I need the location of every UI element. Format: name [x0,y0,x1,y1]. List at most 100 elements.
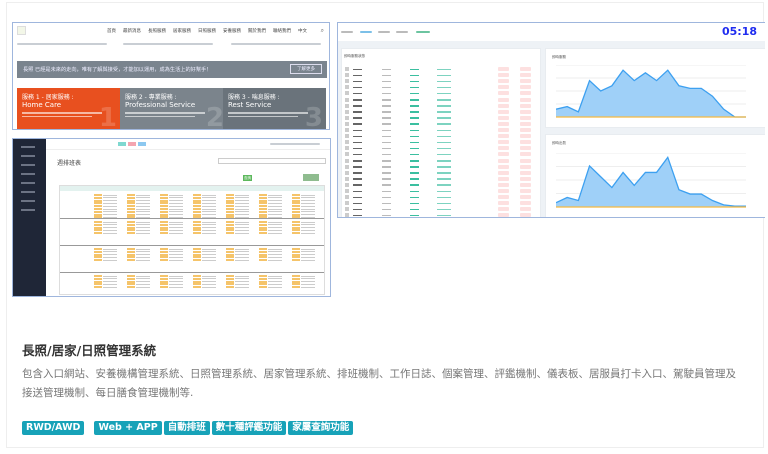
schedule-entry[interactable] [226,224,234,226]
schedule-entry[interactable] [292,194,300,196]
schedule-entry[interactable] [94,194,102,196]
schedule-entry[interactable] [226,229,234,231]
schedule-entry[interactable] [94,256,102,258]
schedule-entry[interactable] [94,202,102,204]
schedule-entry[interactable] [160,211,168,213]
schedule-entry[interactable] [94,214,102,216]
schedule-entry[interactable] [160,259,168,261]
schedule-entry[interactable] [193,259,201,261]
nav-item[interactable]: 安養服務 [223,28,241,34]
schedule-entry[interactable] [127,216,135,218]
schedule-entry[interactable] [292,256,300,258]
schedule-entry[interactable] [94,283,102,285]
schedule-entry[interactable] [160,227,168,229]
schedule-entry[interactable] [292,281,300,283]
schedule-entry[interactable] [160,229,168,231]
schedule-entry[interactable] [292,224,300,226]
schedule-entry[interactable] [193,251,201,253]
service-card[interactable]: 服務 1 - 居家服務 :Home Care1 [17,88,120,129]
nav-item[interactable]: 關於我們 [248,28,266,34]
schedule-entry[interactable] [160,214,168,216]
schedule-entry[interactable] [94,251,102,253]
schedule-entry[interactable] [226,205,234,207]
schedule-entry[interactable] [160,224,168,226]
schedule-entry[interactable] [259,275,267,277]
schedule-entry[interactable] [259,281,267,283]
schedule-entry[interactable] [127,197,135,199]
schedule-entry[interactable] [127,214,135,216]
schedule-entry[interactable] [226,216,234,218]
schedule-entry[interactable] [94,216,102,218]
schedule-entry[interactable] [127,224,135,226]
schedule-entry[interactable] [160,278,168,280]
schedule-entry[interactable] [292,254,300,256]
service-card[interactable]: 服務 2 - 專業服務 :Professional Service2 [120,88,227,129]
schedule-entry[interactable] [259,259,267,261]
schedule-entry[interactable] [94,232,102,234]
schedule-entry[interactable] [226,202,234,204]
schedule-entry[interactable] [160,281,168,283]
schedule-entry[interactable] [94,211,102,213]
schedule-entry[interactable] [226,221,234,223]
schedule-entry[interactable] [127,221,135,223]
schedule-entry[interactable] [226,208,234,210]
schedule-entry[interactable] [94,275,102,277]
schedule-entry[interactable] [94,197,102,199]
schedule-entry[interactable] [94,254,102,256]
schedule-entry[interactable] [226,254,234,256]
schedule-entry[interactable] [292,221,300,223]
schedule-entry[interactable] [193,208,201,210]
schedule-entry[interactable] [94,286,102,288]
schedule-entry[interactable] [127,211,135,213]
schedule-entry[interactable] [193,211,201,213]
schedule-entry[interactable] [127,256,135,258]
schedule-entry[interactable] [226,256,234,258]
schedule-entry[interactable] [259,216,267,218]
schedule-entry[interactable] [259,200,267,202]
schedule-entry[interactable] [94,221,102,223]
schedule-entry[interactable] [259,256,267,258]
schedule-entry[interactable] [259,208,267,210]
schedule-entry[interactable] [292,232,300,234]
schedule-entry[interactable] [94,278,102,280]
schedule-entry[interactable] [127,281,135,283]
schedule-entry[interactable] [127,251,135,253]
schedule-entry[interactable] [160,232,168,234]
schedule-entry[interactable] [226,248,234,250]
schedule-entry[interactable] [193,256,201,258]
schedule-entry[interactable] [226,259,234,261]
schedule-entry[interactable] [160,254,168,256]
schedule-entry[interactable] [127,254,135,256]
schedule-entry[interactable] [292,251,300,253]
schedule-entry[interactable] [226,283,234,285]
schedule-entry[interactable] [259,248,267,250]
nav-item[interactable]: 聯絡我們 [273,28,291,34]
schedule-entry[interactable] [259,194,267,196]
schedule-entry[interactable] [259,205,267,207]
schedule-entry[interactable] [127,283,135,285]
schedule-entry[interactable] [193,200,201,202]
schedule-entry[interactable] [193,286,201,288]
schedule-entry[interactable] [292,216,300,218]
schedule-entry[interactable] [94,200,102,202]
schedule-entry[interactable] [292,197,300,199]
schedule-entry[interactable] [94,208,102,210]
schedule-entry[interactable] [292,202,300,204]
schedule-entry[interactable] [226,275,234,277]
schedule-entry[interactable] [94,227,102,229]
schedule-entry[interactable] [160,248,168,250]
schedule-entry[interactable] [160,205,168,207]
schedule-entry[interactable] [127,200,135,202]
schedule-entry[interactable] [226,227,234,229]
schedule-entry[interactable] [259,227,267,229]
schedule-entry[interactable] [226,278,234,280]
schedule-entry[interactable] [94,281,102,283]
schedule-entry[interactable] [94,259,102,261]
schedule-entry[interactable] [292,275,300,277]
schedule-entry[interactable] [292,205,300,207]
schedule-entry[interactable] [127,248,135,250]
schedule-entry[interactable] [160,194,168,196]
schedule-entry[interactable] [226,286,234,288]
schedule-entry[interactable] [193,248,201,250]
schedule-entry[interactable] [160,200,168,202]
